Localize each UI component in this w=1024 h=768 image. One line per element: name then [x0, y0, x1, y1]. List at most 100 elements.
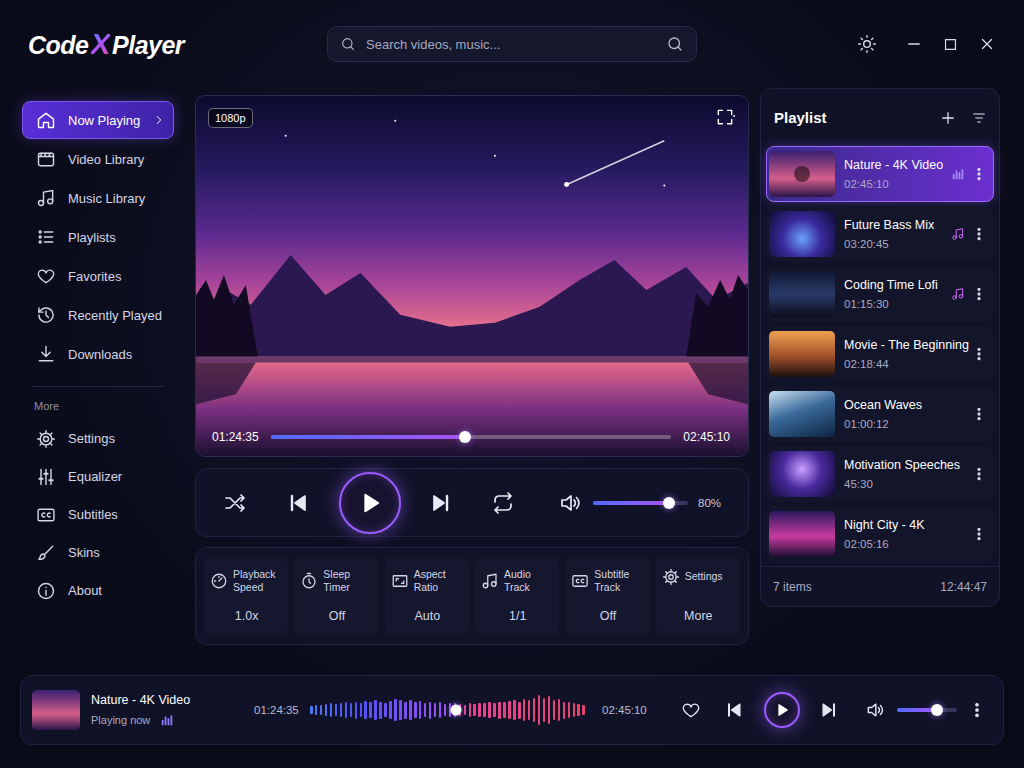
sidebar-item[interactable]: Settings	[22, 420, 174, 457]
waveform-bar	[355, 702, 358, 719]
elapsed-time: 01:24:35	[212, 430, 259, 444]
download-icon	[36, 344, 56, 364]
sidebar-item[interactable]: Music Library	[22, 179, 174, 217]
more-icon[interactable]	[971, 406, 987, 422]
quick-setting-label: Aspect Ratio	[414, 568, 464, 594]
waveform-bar	[429, 702, 432, 719]
waveform-knob[interactable]	[450, 705, 461, 716]
quick-setting-header: Subtitle Track	[571, 568, 644, 594]
theme-toggle-icon[interactable]	[857, 34, 877, 54]
volume-slider[interactable]	[593, 501, 688, 505]
title-bar: CodeXPlayer	[0, 0, 1024, 88]
video-progress[interactable]	[271, 435, 672, 439]
home-icon	[36, 110, 56, 130]
more-icon[interactable]	[971, 226, 987, 242]
waveform-bar	[414, 702, 417, 718]
quick-setting-card[interactable]: Aspect Ratio Auto	[385, 556, 469, 636]
item-duration: 02:18:44	[844, 358, 949, 370]
previous-icon[interactable]	[286, 491, 310, 515]
waveform-bar	[503, 702, 506, 718]
playlist-item[interactable]: Ocean Waves01:00:12	[766, 386, 994, 442]
heart-icon	[36, 266, 56, 286]
mini-volume-slider[interactable]	[897, 708, 957, 712]
heart-icon[interactable]	[681, 700, 701, 720]
sidebar-item[interactable]: Favorites	[22, 257, 174, 295]
now-playing-bar: Nature - 4K VideoPlaying now01:24:3502:4…	[20, 675, 1004, 745]
maximize-icon[interactable]	[942, 36, 959, 53]
waveform-bar	[533, 698, 536, 723]
waveform-bar	[350, 703, 353, 716]
sort-icon[interactable]	[971, 110, 987, 126]
more-icon[interactable]	[971, 286, 987, 302]
search-box[interactable]	[327, 26, 697, 62]
waveform-bar	[528, 700, 531, 721]
sidebar-item[interactable]: Skins	[22, 534, 174, 571]
next-icon[interactable]	[819, 700, 839, 720]
next-icon[interactable]	[429, 491, 453, 515]
waveform-bar	[444, 704, 447, 716]
playlist-item[interactable]: Nature - 4K Video02:45:10	[766, 146, 994, 202]
playlist-item[interactable]: Movie - The Beginning 02:18:44	[766, 326, 994, 382]
waveform-bar	[369, 702, 372, 718]
quick-setting-card[interactable]: Audio Track1/1	[475, 556, 559, 636]
list-icon	[36, 227, 56, 247]
quick-setting-header: Aspect Ratio	[391, 568, 464, 594]
mini-volume-slider-knob[interactable]	[931, 704, 943, 716]
quick-setting-value: Auto	[391, 609, 464, 623]
play-icon	[773, 701, 791, 719]
volume-icon[interactable]	[865, 700, 885, 720]
sidebar-item[interactable]: Downloads	[22, 335, 174, 373]
quick-setting-card[interactable]: Subtitle TrackOff	[565, 556, 649, 636]
more-icon[interactable]	[971, 526, 987, 542]
sidebar-item[interactable]: Recently Played	[22, 296, 174, 334]
sidebar-item[interactable]: Subtitles	[22, 496, 174, 533]
video-progress-knob[interactable]	[459, 431, 471, 443]
more-icon[interactable]	[971, 466, 987, 482]
mini-play-button[interactable]	[764, 692, 800, 728]
fullscreen-icon[interactable]	[715, 107, 735, 127]
sidebar-item[interactable]: About	[22, 572, 174, 609]
video-frame[interactable]: 1080p01:24:3502:45:10	[195, 95, 749, 457]
playlist-item[interactable]: Motivation Speeches45:30	[766, 446, 994, 502]
volume-icon[interactable]	[558, 491, 582, 515]
shuffle-icon[interactable]	[223, 491, 247, 515]
playlist-footer: 7 items12:44:47	[761, 566, 999, 606]
thumbnail	[769, 391, 835, 437]
waveform-seekbar[interactable]	[310, 693, 585, 727]
playlist-item[interactable]: Night City - 4K02:05:16	[766, 506, 994, 562]
waveform-bar	[389, 701, 392, 719]
repeat-icon[interactable]	[491, 491, 515, 515]
item-title: Movie - The Beginning	[844, 338, 949, 352]
more-icon[interactable]	[971, 166, 987, 182]
music-icon	[481, 572, 499, 590]
eq-icon	[36, 467, 56, 487]
sidebar-label: Equalizer	[68, 469, 163, 484]
music-icon	[36, 188, 56, 208]
thumbnail	[769, 331, 835, 377]
waveform-bar	[360, 703, 363, 717]
volume-slider-knob[interactable]	[663, 497, 675, 509]
add-icon[interactable]	[939, 109, 957, 127]
search-input[interactable]	[364, 36, 658, 53]
quick-setting-card[interactable]: Sleep TimerOff	[294, 556, 378, 636]
minimize-icon[interactable]	[905, 35, 923, 53]
search-button-icon[interactable]	[666, 35, 684, 53]
quick-setting-card[interactable]: Playback Speed1.0x	[204, 556, 288, 636]
quick-setting-header: Settings	[662, 568, 735, 586]
sidebar-item[interactable]: Video Library	[22, 140, 174, 178]
previous-icon[interactable]	[724, 700, 744, 720]
sidebar-item[interactable]: Now Playing	[22, 101, 174, 139]
playlist-item-text: Future Bass Mix03:20:45	[844, 218, 949, 250]
close-icon[interactable]	[978, 35, 996, 53]
thumbnail	[769, 511, 835, 557]
sidebar-item[interactable]: Playlists	[22, 218, 174, 256]
total-time: 02:45:10	[683, 430, 730, 444]
sidebar-item[interactable]: Equalizer	[22, 458, 174, 495]
playlist-item[interactable]: Future Bass Mix03:20:45	[766, 206, 994, 262]
more-icon[interactable]	[971, 346, 987, 362]
quick-setting-card[interactable]: SettingsMore	[656, 556, 740, 636]
playlist-item[interactable]: Coding Time Lofi01:15:30	[766, 266, 994, 322]
play-button[interactable]	[339, 472, 401, 534]
playlist-item-text: Motivation Speeches45:30	[844, 458, 949, 490]
more-icon[interactable]	[968, 701, 986, 719]
